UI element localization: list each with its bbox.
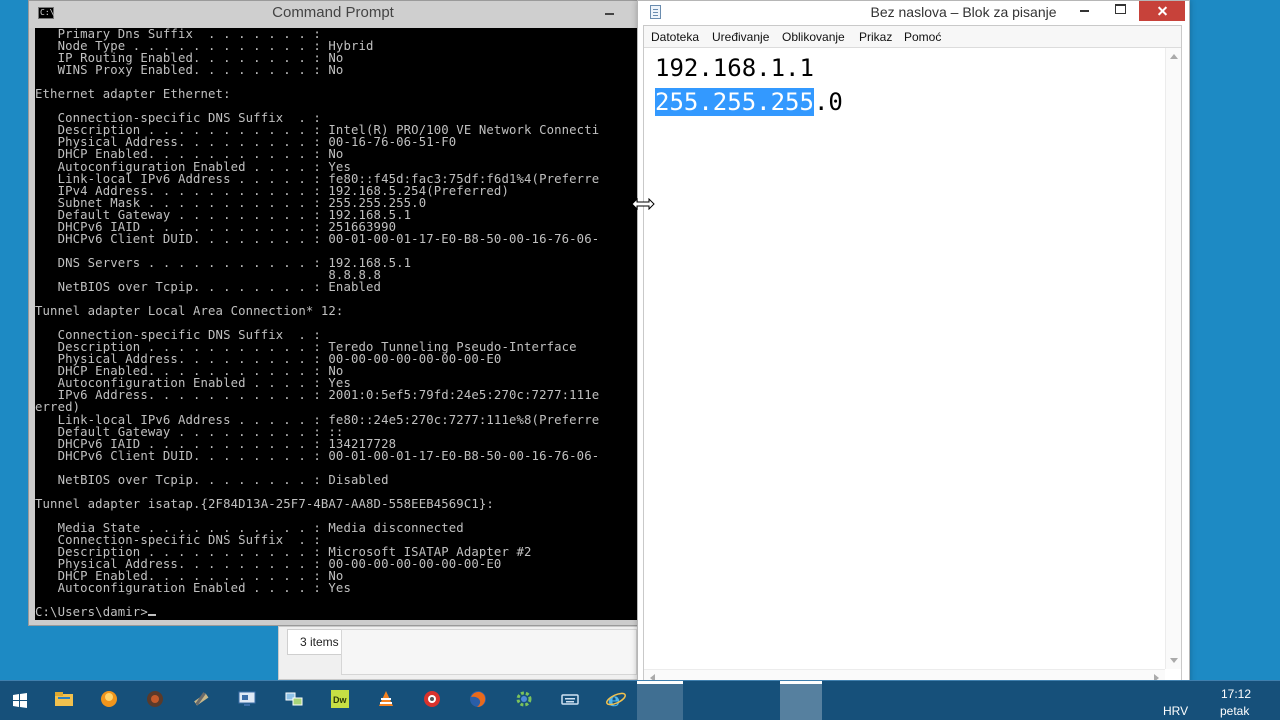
- document-text-area[interactable]: 192.168.1.1 255.255.255.0: [644, 48, 1165, 669]
- console-line: DHCPv6 Client DUID. . . . . . . . : 00-0…: [35, 231, 600, 246]
- console-line: DHCPv6 IAID . . . . . . . . . . . : 2516…: [35, 219, 397, 234]
- console-line: Link-local IPv6 Address . . . . . : fe80…: [35, 171, 600, 186]
- console-line: Link-local IPv6 Address . . . . . : fe80…: [35, 412, 600, 427]
- menu-file[interactable]: Datoteka: [651, 30, 699, 44]
- console-line: Subnet Mask . . . . . . . . . . . : 255.…: [35, 195, 427, 210]
- dialog-panel: OK: [341, 629, 716, 675]
- vlc-icon[interactable]: [374, 687, 398, 711]
- document-line-2: 255.255.255.0: [655, 88, 843, 116]
- clock-time[interactable]: 17:12: [1221, 687, 1251, 701]
- text-cursor: [147, 614, 156, 617]
- taskbar-cmd-button[interactable]: [637, 681, 683, 720]
- wordpad-window[interactable]: Bez naslova – Blok za pisanje Datoteka U…: [637, 0, 1190, 694]
- console-line: NetBIOS over Tcpip. . . . . . . . : Enab…: [35, 279, 382, 294]
- minimize-button[interactable]: [601, 3, 621, 17]
- menu-help[interactable]: Pomoć: [904, 30, 941, 44]
- console-line: IPv6 Address. . . . . . . . . . . : 2001…: [35, 388, 600, 403]
- scroll-up-icon[interactable]: [1170, 54, 1178, 59]
- clock-day[interactable]: petak: [1220, 704, 1249, 718]
- console-line: erred): [35, 400, 81, 415]
- internet-explorer-icon[interactable]: e: [604, 687, 628, 711]
- console-line: Autoconfiguration Enabled . . . . : Yes: [35, 581, 351, 596]
- menu-format[interactable]: Oblikovanje: [782, 30, 845, 44]
- prompt-text: C:\Users\damir>: [35, 605, 148, 620]
- console-line: Tunnel adapter Local Area Connection* 12…: [35, 304, 344, 319]
- console-line: NetBIOS over Tcpip. . . . . . . . : Disa…: [35, 472, 389, 487]
- console-line: DHCPv6 IAID . . . . . . . . . . . : 1342…: [35, 436, 397, 451]
- camera-app-icon[interactable]: [420, 687, 444, 711]
- menu-bar: Datoteka Uređivanje Oblikovanje Prikaz P…: [644, 26, 1181, 48]
- vertical-scrollbar[interactable]: [1165, 48, 1181, 669]
- tools-icon[interactable]: [189, 687, 213, 711]
- svg-text:Dw: Dw: [333, 695, 347, 705]
- windows-start-icon[interactable]: [0, 681, 38, 720]
- console-output[interactable]: Primary Dns Suffix . . . . . . . : Node …: [35, 28, 637, 620]
- wordpad-titlebar[interactable]: Bez naslova – Blok za pisanje: [638, 1, 1189, 25]
- console-line: IPv4 Address. . . . . . . . . . . : 192.…: [35, 183, 509, 198]
- close-button[interactable]: [1139, 1, 1185, 21]
- console-line: DHCP Enabled. . . . . . . . . . . : No: [35, 147, 344, 162]
- console-line: Ethernet adapter Ethernet:: [35, 87, 231, 102]
- wordpad-client-area: Datoteka Uređivanje Oblikovanje Prikaz P…: [643, 25, 1182, 686]
- cmd-window-title: Command Prompt: [272, 4, 394, 21]
- maximize-button[interactable]: [1107, 1, 1133, 21]
- command-prompt-line: C:\Users\damir>: [35, 606, 599, 618]
- document-line-1: 192.168.1.1: [655, 54, 814, 82]
- remote-desktop-icon[interactable]: [235, 687, 259, 711]
- firefox-icon[interactable]: [466, 687, 490, 711]
- menu-edit[interactable]: Uređivanje: [712, 30, 769, 44]
- keyboard-icon[interactable]: [558, 687, 582, 711]
- console-line: Tunnel adapter isatap.{2F84D13A-25F7-4BA…: [35, 496, 494, 511]
- cmd-titlebar[interactable]: C:\ Command Prompt: [29, 1, 637, 28]
- console-line: Default Gateway . . . . . . . . . : ::: [35, 424, 344, 439]
- selected-text: 255.255.255: [655, 88, 814, 116]
- console-line: DHCPv6 Client DUID. . . . . . . . : 00-0…: [35, 448, 600, 463]
- taskbar: Dw e HRV 17:12 petak: [0, 680, 1280, 720]
- media-player-icon[interactable]: [143, 687, 167, 711]
- taskbar-wordpad-button[interactable]: [780, 681, 822, 720]
- svg-text:e: e: [608, 689, 620, 710]
- input-language[interactable]: HRV: [1163, 704, 1188, 718]
- dreamweaver-icon[interactable]: Dw: [328, 687, 352, 711]
- minimize-button[interactable]: [1071, 1, 1097, 21]
- console-line: Default Gateway . . . . . . . . . : 192.…: [35, 207, 412, 222]
- browser-orb-icon[interactable]: [97, 687, 121, 711]
- command-prompt-window[interactable]: C:\ Command Prompt Primary Dns Suffix . …: [28, 0, 638, 626]
- scroll-down-icon[interactable]: [1170, 658, 1178, 663]
- resize-cursor-icon: [631, 198, 655, 210]
- background-dialog: 3 items OK: [278, 626, 716, 680]
- unselected-text: .0: [813, 88, 843, 116]
- console-line: Autoconfiguration Enabled . . . . : Yes: [35, 159, 351, 174]
- settings-gear-icon[interactable]: [512, 687, 536, 711]
- network-icon[interactable]: [282, 687, 306, 711]
- console-line: WINS Proxy Enabled. . . . . . . . : No: [35, 63, 344, 78]
- file-explorer-icon[interactable]: [52, 687, 76, 711]
- items-count-status: 3 items: [287, 629, 343, 655]
- ipconfig-output-text: Primary Dns Suffix . . . . . . . : Node …: [35, 28, 599, 618]
- menu-view[interactable]: Prikaz: [859, 30, 892, 44]
